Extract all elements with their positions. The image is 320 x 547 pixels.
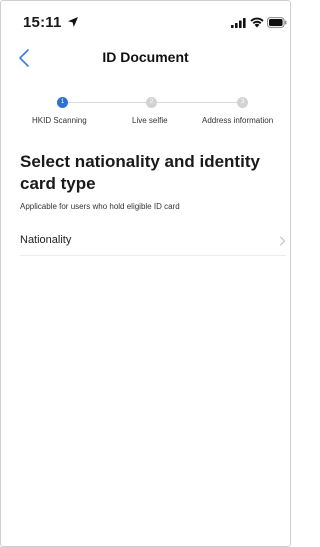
section-heading: Select nationality and identity card typ… [20, 152, 260, 193]
location-arrow-icon [68, 17, 78, 27]
step-2-dot: 2 [146, 97, 157, 108]
step-3-dot: 3 [237, 97, 248, 108]
chevron-right-icon [279, 236, 286, 246]
step-2-label: Live selfie [132, 116, 168, 125]
status-bar: 15:11 [1, 1, 290, 41]
battery-icon [267, 17, 287, 28]
phone-screen: 15:11 ID Document 1 2 3 HKID Scanning Li… [0, 0, 291, 547]
section-subtitle: Applicable for users who hold eligible I… [20, 202, 180, 211]
step-3-label: Address information [202, 116, 274, 125]
page-title: ID Document [102, 49, 189, 65]
step-1-label: HKID Scanning [32, 116, 87, 125]
nationality-label: Nationality [20, 234, 72, 246]
wifi-icon [250, 17, 264, 28]
step-1-dot: 1 [57, 97, 68, 108]
status-time: 15:11 [23, 14, 62, 31]
nationality-row[interactable]: Nationality [20, 226, 286, 256]
stepper-line-2 [156, 102, 238, 103]
cellular-signal-icon [231, 18, 246, 28]
stepper-line-1 [68, 102, 149, 103]
